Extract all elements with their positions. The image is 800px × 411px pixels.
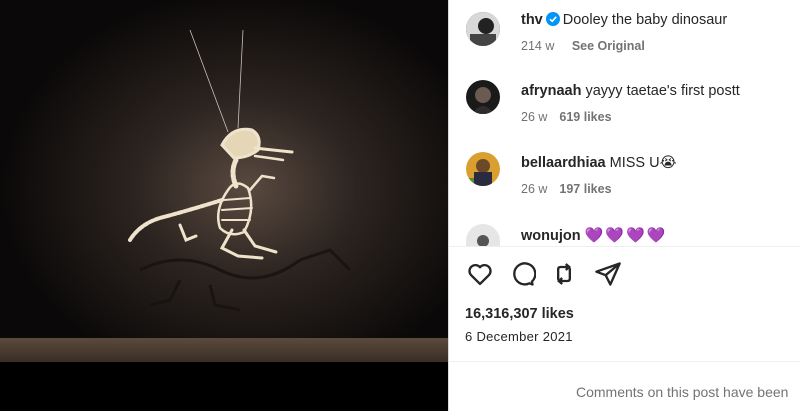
repost-arrows-icon — [556, 263, 572, 285]
dinosaur-skeleton-image — [0, 0, 448, 411]
profile-photo-icon — [466, 12, 500, 46]
caption-time[interactable]: 214 w — [521, 39, 554, 53]
comment-username[interactable]: bellaardhiaa — [521, 155, 606, 171]
footer-divider — [449, 361, 800, 362]
share-button[interactable] — [594, 260, 622, 288]
profile-photo-icon — [466, 152, 500, 186]
comment-likes[interactable]: 619 likes — [559, 110, 611, 124]
avatar[interactable] — [466, 80, 500, 114]
avatar[interactable] — [466, 152, 500, 186]
post-date: 6 December 2021 — [465, 329, 573, 344]
comment-meta: 26 w 197 likes — [521, 182, 612, 196]
speech-bubble-icon — [513, 262, 537, 286]
paper-plane-icon — [595, 262, 621, 286]
caption-username[interactable]: thv — [521, 12, 543, 28]
comments-divider — [449, 246, 800, 247]
see-original-link[interactable]: See Original — [572, 39, 645, 53]
avatar[interactable] — [466, 224, 500, 246]
profile-photo-icon — [466, 80, 500, 114]
comment-text: yayyy taetae's first postt — [585, 83, 740, 99]
comments-closed-notice: Comments on this post have been — [576, 384, 789, 400]
comment-likes[interactable]: 197 likes — [559, 182, 611, 196]
likes-count[interactable]: 16,316,307 likes — [465, 306, 574, 322]
comment-line: afrynaah yayyy taetae's first postt — [521, 83, 740, 99]
comment-time[interactable]: 26 w — [521, 110, 547, 124]
repost-button[interactable] — [550, 260, 578, 288]
comment-username[interactable]: afrynaah — [521, 83, 581, 99]
like-button[interactable] — [466, 260, 494, 288]
comment-text: MISS U😭 — [609, 155, 677, 171]
avatar[interactable] — [466, 12, 500, 46]
caption-meta: 214 w See Original — [521, 39, 645, 53]
post-media — [0, 0, 448, 411]
caption-line: thv Dooley the baby dinosaur — [521, 12, 727, 28]
profile-photo-icon — [477, 235, 489, 246]
post-side-panel: thv Dooley the baby dinosaur 214 w See Or… — [449, 0, 800, 411]
comment-meta: 26 w 619 likes — [521, 110, 612, 124]
comment-line: bellaardhiaa MISS U😭 — [521, 155, 677, 171]
comment-time[interactable]: 26 w — [521, 182, 547, 196]
caption-text: Dooley the baby dinosaur — [562, 12, 728, 28]
comment-username[interactable]: wonujon — [521, 228, 581, 244]
comment-line: wonujon 💜💜💜💜 — [521, 226, 667, 246]
verified-badge-icon — [545, 12, 560, 26]
comment-text: 💜💜💜💜 — [584, 227, 668, 244]
heart-outline-icon — [468, 263, 492, 286]
comment-button[interactable] — [508, 260, 537, 288]
